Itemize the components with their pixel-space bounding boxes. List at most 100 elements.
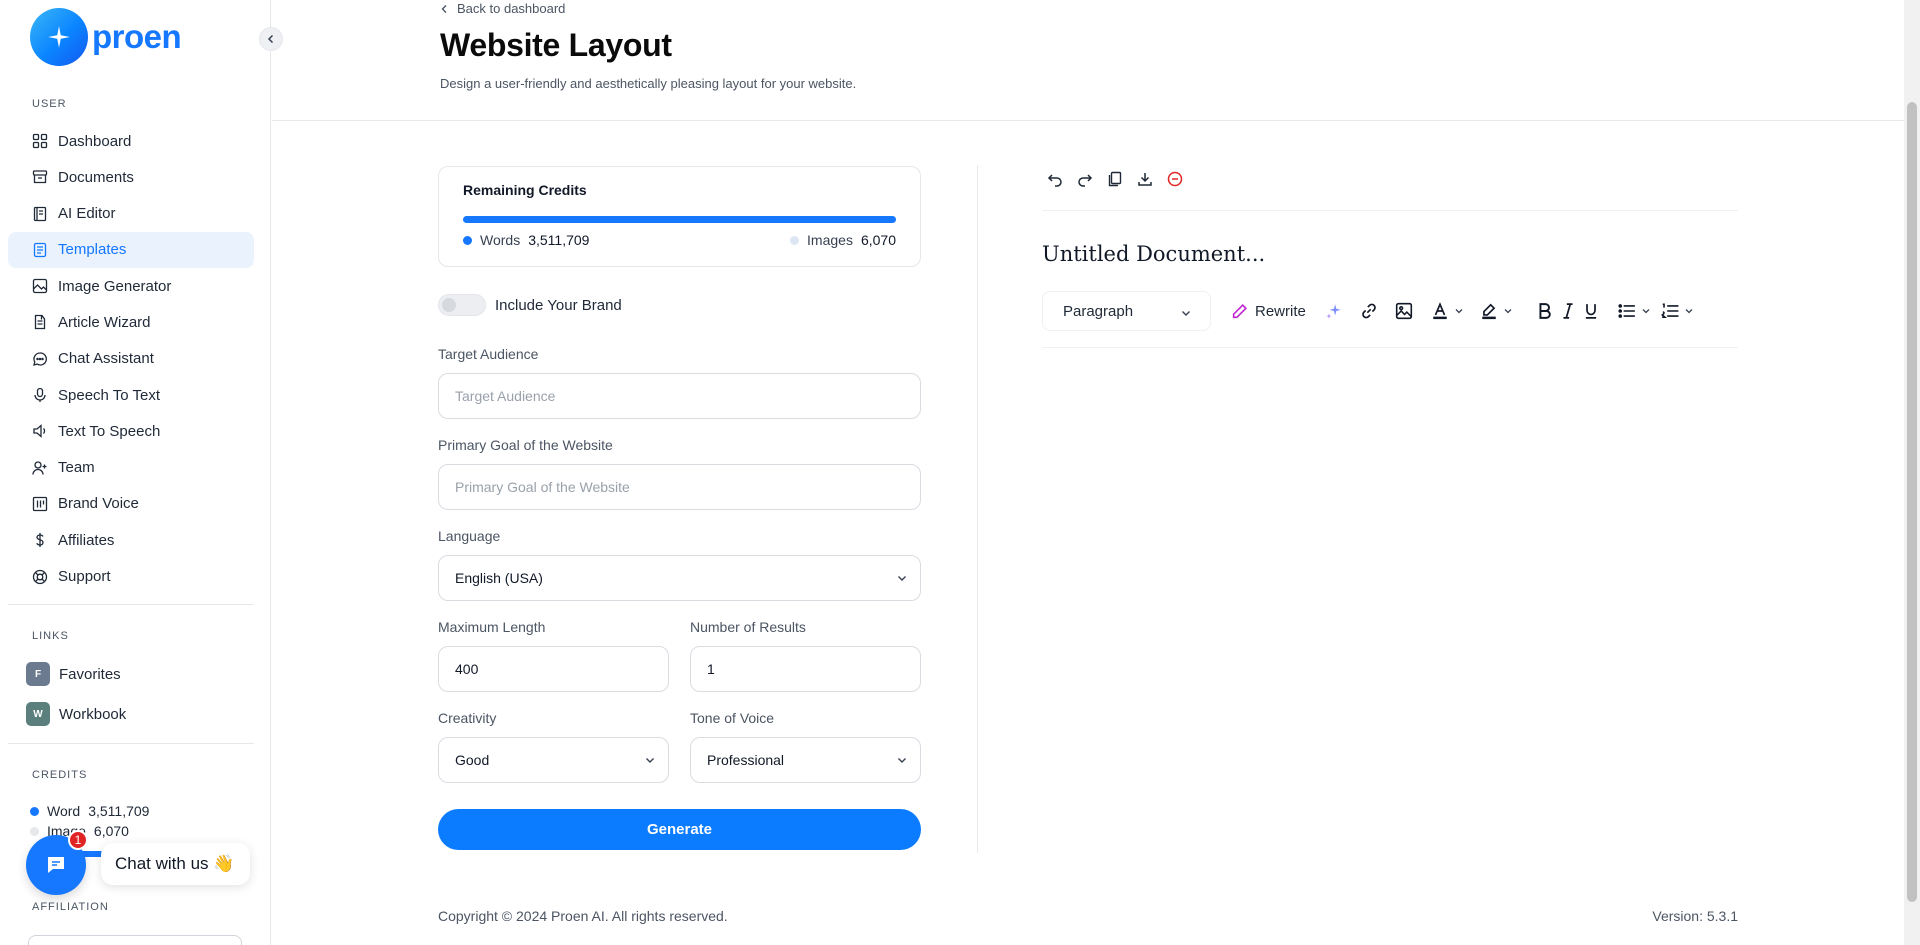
- format-toolbar: Paragraph Rewrite: [1042, 291, 1738, 331]
- num-results-input[interactable]: [690, 646, 921, 692]
- tone-value: Professional: [707, 752, 785, 768]
- editor-toolbar: [1046, 170, 1196, 188]
- speaker-icon: [31, 422, 49, 440]
- link-workbook[interactable]: W Workbook: [26, 702, 126, 726]
- brand[interactable]: proen: [30, 8, 182, 66]
- download-icon[interactable]: [1136, 170, 1154, 188]
- italic-icon[interactable]: [1562, 301, 1574, 321]
- paragraph-style-select[interactable]: Paragraph: [1042, 291, 1211, 331]
- sidebar-item-support[interactable]: Support: [8, 559, 254, 595]
- rewrite-label: Rewrite: [1255, 302, 1306, 320]
- editor-divider: [1042, 210, 1738, 211]
- underline-icon[interactable]: [1584, 301, 1598, 321]
- generate-button[interactable]: Generate: [438, 809, 921, 850]
- book-icon: [31, 205, 49, 223]
- lifebuoy-icon: [31, 568, 49, 586]
- microphone-icon: [31, 386, 49, 404]
- affiliation-box[interactable]: [28, 935, 242, 945]
- toggle-knob: [442, 298, 456, 312]
- footer-copyright: Copyright © 2024 Proen AI. All rights re…: [438, 908, 728, 924]
- numbered-list-icon[interactable]: [1660, 301, 1679, 321]
- primary-goal-label: Primary Goal of the Website: [438, 437, 613, 453]
- bullet-list-icon[interactable]: [1618, 301, 1636, 321]
- creativity-select[interactable]: Good: [438, 737, 669, 783]
- max-length-input[interactable]: [438, 646, 669, 692]
- sidebar-item-article-wizard[interactable]: Article Wizard: [8, 304, 254, 340]
- words-dot: [463, 235, 472, 245]
- sidebar-item-affiliates[interactable]: Affiliates: [8, 522, 254, 558]
- column-divider: [977, 165, 978, 853]
- words-value: 3,511,709: [528, 232, 590, 248]
- sidebar-item-label: Team: [58, 459, 95, 477]
- language-select[interactable]: English (USA): [438, 555, 921, 601]
- num-results-label: Number of Results: [690, 619, 806, 635]
- sidebar-item-label: Brand Voice: [58, 495, 139, 513]
- creativity-value: Good: [455, 752, 490, 768]
- target-audience-input[interactable]: [438, 373, 921, 419]
- tone-select[interactable]: Professional: [690, 737, 921, 783]
- sidebar-item-label: Support: [58, 568, 111, 586]
- ai-sparkle-icon[interactable]: [1325, 301, 1343, 321]
- word-dot: [30, 806, 39, 816]
- chevron-left-icon: [267, 34, 274, 44]
- credit-word-value: 3,511,709: [88, 803, 150, 819]
- sparkle-logo-icon: [30, 8, 88, 66]
- language-value: English (USA): [455, 570, 543, 586]
- sidebar-nav: Dashboard Documents AI Editor Templates …: [8, 123, 254, 595]
- grid-icon: [31, 132, 49, 150]
- chevron-down-icon[interactable]: [1684, 301, 1694, 321]
- primary-goal-input[interactable]: [438, 464, 921, 510]
- credits-words: Words 3,511,709: [463, 232, 589, 248]
- chevron-down-icon[interactable]: [1503, 301, 1513, 321]
- rewrite-button[interactable]: Rewrite: [1231, 303, 1306, 320]
- link-label: Workbook: [59, 705, 127, 723]
- sidebar-item-chat-assistant[interactable]: Chat Assistant: [8, 341, 254, 377]
- include-brand-label: Include Your Brand: [495, 296, 622, 314]
- text-color-icon[interactable]: [1431, 301, 1449, 321]
- bold-icon[interactable]: [1538, 301, 1552, 321]
- sidebar-item-image-generator[interactable]: Image Generator: [8, 268, 254, 304]
- page-subtitle: Design a user-friendly and aesthetically…: [440, 76, 857, 91]
- credit-image-value: 6,070: [93, 823, 129, 839]
- back-to-dashboard-link[interactable]: Back to dashboard: [440, 1, 565, 16]
- footer-version: Version: 5.3.1: [1652, 908, 1738, 924]
- include-brand-toggle[interactable]: [438, 294, 486, 316]
- archive-icon: [31, 168, 49, 186]
- copy-icon[interactable]: [1106, 170, 1124, 188]
- page-scrollbar-thumb[interactable]: [1907, 102, 1917, 902]
- image-dot: [30, 826, 39, 836]
- sidebar-item-label: AI Editor: [58, 205, 116, 223]
- sidebar-item-text-to-speech[interactable]: Text To Speech: [8, 413, 254, 449]
- chat-bubble-icon: [48, 857, 64, 873]
- highlight-icon[interactable]: [1480, 301, 1498, 321]
- include-brand-row: Include Your Brand: [438, 294, 622, 316]
- chevron-down-icon: [898, 758, 906, 763]
- sidebar-item-templates[interactable]: Templates: [8, 231, 254, 268]
- chevron-down-icon[interactable]: [1641, 301, 1651, 321]
- chat-with-us-pill[interactable]: Chat with us 👋: [101, 843, 251, 885]
- sidebar-item-brand-voice[interactable]: Brand Voice: [8, 486, 254, 522]
- credit-word-label: Word: [47, 803, 81, 819]
- sidebar-item-label: Templates: [58, 241, 127, 259]
- target-audience-label: Target Audience: [438, 346, 539, 362]
- insert-image-icon[interactable]: [1395, 301, 1413, 321]
- sidebar-item-team[interactable]: Team: [8, 450, 254, 486]
- link-icon[interactable]: [1360, 301, 1378, 321]
- undo-icon[interactable]: [1046, 170, 1064, 188]
- sidebar-item-ai-editor[interactable]: AI Editor: [8, 196, 254, 232]
- link-favorites[interactable]: F Favorites: [26, 662, 121, 686]
- favorites-avatar: F: [26, 662, 50, 686]
- images-value: 6,070: [860, 232, 896, 248]
- document-title[interactable]: Untitled Document...: [1042, 242, 1265, 266]
- chevron-down-icon: [1182, 311, 1190, 316]
- sidebar-item-speech-to-text[interactable]: Speech To Text: [8, 377, 254, 413]
- sidebar-item-documents[interactable]: Documents: [8, 159, 254, 195]
- sidebar-item-label: Image Generator: [58, 277, 172, 295]
- redo-icon[interactable]: [1076, 170, 1094, 188]
- sidebar-collapse-button[interactable]: [259, 27, 283, 51]
- clear-icon[interactable]: [1166, 170, 1184, 188]
- images-label: Images: [807, 232, 853, 248]
- sidebar-item-dashboard[interactable]: Dashboard: [8, 123, 254, 159]
- images-dot: [790, 235, 800, 245]
- chevron-down-icon[interactable]: [1454, 301, 1464, 321]
